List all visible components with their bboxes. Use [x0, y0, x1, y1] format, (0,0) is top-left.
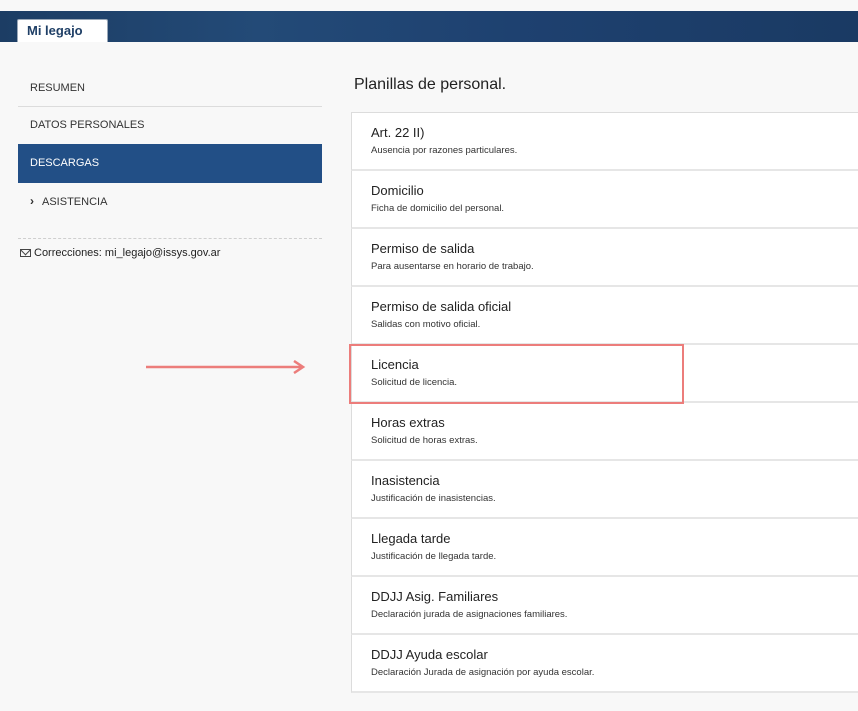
- sidebar-item-descargas[interactable]: DESCARGAS: [18, 144, 322, 183]
- item-title: Licencia: [371, 357, 419, 372]
- arrow-right-icon: [146, 360, 306, 374]
- list-item-licencia[interactable]: Licencia Solicitud de licencia.: [351, 345, 858, 403]
- item-title: Llegada tarde: [371, 531, 451, 546]
- item-description: Justificación de llegada tarde.: [371, 551, 497, 562]
- top-bar: Mi legajo: [0, 0, 858, 42]
- item-description: Declaración Jurada de asignación por ayu…: [371, 667, 595, 678]
- item-title: DDJJ Asig. Familiares: [371, 589, 499, 604]
- list-item[interactable]: Permiso de salida Para ausentarse en hor…: [351, 229, 858, 287]
- sidebar-divider: [18, 238, 322, 239]
- item-description: Justificación de inasistencias.: [371, 493, 496, 504]
- page-title: Planillas de personal.: [354, 76, 507, 93]
- item-title: Permiso de salida: [371, 241, 475, 256]
- list-item[interactable]: Llegada tarde Justificación de llegada t…: [351, 519, 858, 577]
- item-title: Domicilio: [371, 183, 424, 198]
- sidebar-item-asistencia[interactable]: › ASISTENCIA: [18, 183, 322, 220]
- contact-link[interactable]: Correcciones: mi_legajo@issys.gov.ar: [18, 247, 322, 259]
- item-description: Solicitud de horas extras.: [371, 435, 478, 446]
- tab-mi-legajo[interactable]: Mi legajo: [17, 19, 108, 42]
- item-description: Ficha de domicilio del personal.: [371, 203, 505, 214]
- contact-text: Correcciones: mi_legajo@issys.gov.ar: [34, 247, 221, 259]
- item-title: DDJJ Ayuda escolar: [371, 647, 488, 662]
- item-description: Declaración jurada de asignaciones famil…: [371, 609, 568, 620]
- list-item[interactable]: Inasistencia Justificación de inasistenc…: [351, 461, 858, 519]
- item-description: Ausencia por razones particulares.: [371, 145, 518, 156]
- item-description: Solicitud de licencia.: [371, 377, 458, 388]
- header-band: [0, 11, 858, 42]
- list-item[interactable]: Art. 22 II) Ausencia por razones particu…: [351, 113, 858, 171]
- chevron-right-icon: ›: [30, 194, 34, 208]
- item-title: Permiso de salida oficial: [371, 299, 512, 314]
- sidebar-item-datos-personales[interactable]: DATOS PERSONALES: [18, 107, 322, 144]
- item-title: Horas extras: [371, 415, 445, 430]
- item-title: Inasistencia: [371, 473, 440, 488]
- sidebar-item-resumen[interactable]: RESUMEN: [18, 70, 322, 107]
- planillas-list: Art. 22 II) Ausencia por razones particu…: [351, 112, 858, 693]
- list-item[interactable]: Horas extras Solicitud de horas extras.: [351, 403, 858, 461]
- sidebar: RESUMEN DATOS PERSONALES DESCARGAS › ASIS…: [18, 70, 322, 259]
- list-item[interactable]: Permiso de salida oficial Salidas con mo…: [351, 287, 858, 345]
- item-title: Art. 22 II): [371, 125, 425, 140]
- list-item[interactable]: DDJJ Ayuda escolar Declaración Jurada de…: [351, 635, 858, 693]
- item-description: Para ausentarse en horario de trabajo.: [371, 261, 534, 272]
- list-item[interactable]: Domicilio Ficha de domicilio del persona…: [351, 171, 858, 229]
- sidebar-item-label: ASISTENCIA: [42, 196, 108, 208]
- list-item[interactable]: DDJJ Asig. Familiares Declaración jurada…: [351, 577, 858, 635]
- envelope-icon: [20, 249, 31, 257]
- item-description: Salidas con motivo oficial.: [371, 319, 481, 330]
